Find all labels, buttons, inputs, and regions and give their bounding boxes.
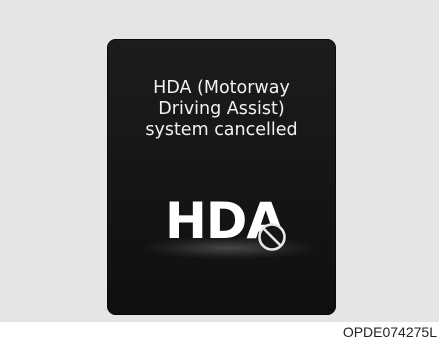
warning-message-line-1: HDA (Motorway — [153, 78, 290, 98]
warning-message-line-2: Driving Assist) — [158, 99, 285, 119]
warning-message-line-3: system cancelled — [145, 120, 298, 140]
figure-code: OPDE074275L — [342, 324, 437, 340]
cancel-icon — [258, 223, 286, 251]
cluster-display: HDA (Motorway Driving Assist) system can… — [107, 39, 336, 315]
warning-message: HDA (Motorway Driving Assist) system can… — [107, 78, 336, 141]
illustration-frame: HDA (Motorway Driving Assist) system can… — [0, 0, 439, 322]
hda-logo: HDA — [145, 191, 315, 259]
